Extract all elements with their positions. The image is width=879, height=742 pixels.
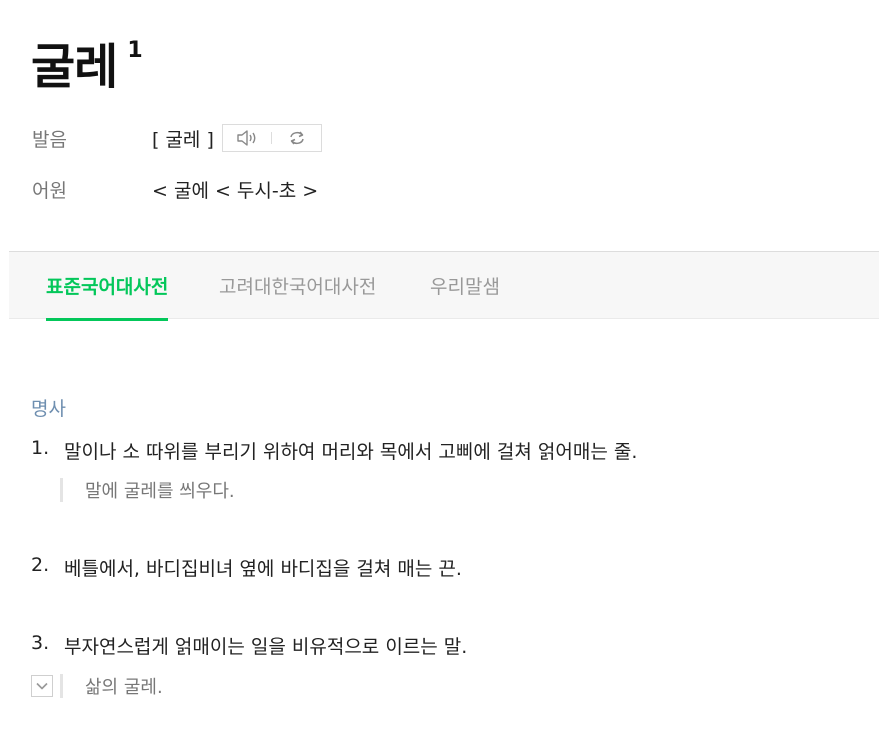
tab-standard-dictionary[interactable]: 표준국어대사전: [46, 252, 169, 321]
pronunciation-label: 발음: [32, 128, 67, 151]
sense-item: 1. 말이나 소 따위를 부리기 위하여 머리와 목에서 고삐에 걸쳐 얽어매는…: [31, 437, 637, 464]
tab-korea-univ-dictionary[interactable]: 고려대한국어대사전: [219, 252, 376, 319]
sense-number: 3.: [31, 632, 50, 654]
example-sentence: 말에 굴레를 씌우다.: [60, 478, 235, 502]
chevron-down-icon: [36, 682, 48, 690]
example-sentence: 삶의 굴레.: [60, 674, 163, 698]
pronunciation-value: [ 굴레 ]: [152, 128, 214, 151]
headword-text: 굴레: [31, 39, 118, 95]
sense-text: 말이나 소 따위를 부리기 위하여 머리와 목에서 고삐에 걸쳐 얽어매는 줄.: [64, 441, 638, 463]
part-of-speech: 명사: [31, 398, 66, 420]
dictionary-tabs: 표준국어대사전 고려대한국어대사전 우리말샘: [9, 251, 879, 321]
sense-item: 2. 베틀에서, 바디집비녀 옆에 바디집을 걸쳐 매는 끈.: [31, 554, 462, 581]
sense-text: 부자연스럽게 얽매이는 일을 비유적으로 이르는 말.: [64, 636, 468, 658]
sense-number: 1.: [31, 437, 50, 459]
pronunciation-row: 발음 [ 굴레 ]: [32, 124, 322, 152]
expand-examples-button[interactable]: [31, 675, 53, 697]
etymology-label: 어원: [32, 180, 67, 202]
etymology-value: < 굴에 < 두시-초 >: [152, 180, 319, 202]
speaker-icon: [237, 130, 256, 146]
entry-headword: 굴레 1: [31, 36, 143, 98]
tab-urimalsaem[interactable]: 우리말샘: [430, 252, 500, 319]
repeat-audio-button[interactable]: [272, 125, 321, 151]
sense-item: 3. 부자연스럽게 얽매이는 일을 비유적으로 이르는 말.: [31, 632, 467, 659]
sense-text: 베틀에서, 바디집비녀 옆에 바디집을 걸쳐 매는 끈.: [64, 558, 462, 580]
etymology-row: 어원 < 굴에 < 두시-초 >: [32, 176, 318, 203]
repeat-icon: [289, 131, 304, 145]
audio-controls: [221, 124, 322, 152]
sense-number: 2.: [31, 554, 50, 576]
homonym-number: 1: [127, 38, 143, 63]
play-audio-button[interactable]: [223, 125, 272, 151]
